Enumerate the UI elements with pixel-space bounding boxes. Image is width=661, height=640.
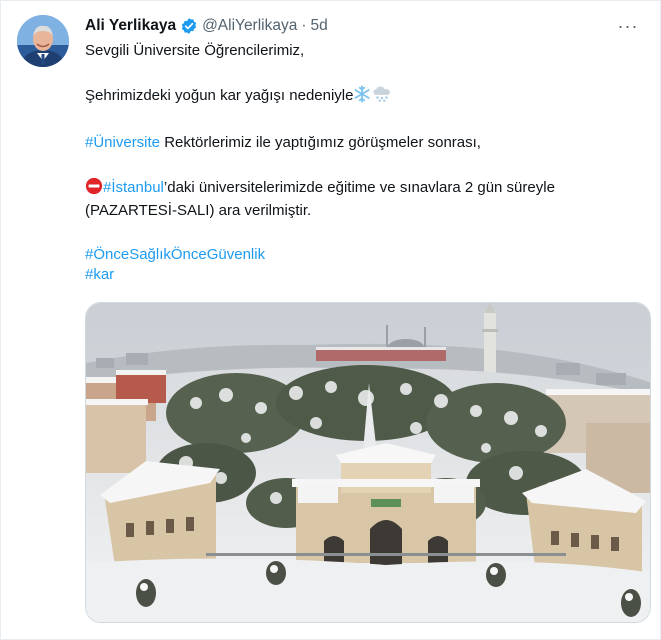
hashtag-kar[interactable]: #kar (85, 266, 114, 283)
separator-dot: · (301, 17, 307, 34)
hashtag-istanbul[interactable]: #İstanbul (103, 179, 164, 196)
more-options-icon[interactable]: ··· (616, 14, 640, 38)
hashtag-line-1: #ÖnceSağlıkÖnceGüvenlik (85, 245, 645, 265)
author-handle[interactable]: @AliYerlikaya (202, 17, 297, 35)
snow-text: Şehrimizdeki yoğun kar yağışı nedeniyle (85, 87, 354, 104)
greeting-line: Sevgili Üniversite Öğrencilerimiz, (85, 42, 305, 59)
university-line: #Üniversite Rektörlerimiz ile yaptığımız… (85, 133, 645, 153)
cloud-with-snow-emoji (371, 85, 393, 109)
tweet-media-photo[interactable] (85, 302, 651, 623)
university-text: Rektörlerimiz ile yaptığımız görüşmeler … (160, 134, 481, 151)
istanbul-text: ’daki üniversitelerimizde eğitime ve sın… (163, 179, 555, 196)
no-entry-emoji (85, 177, 103, 201)
verified-badge-icon (180, 17, 198, 35)
hashtag-universite[interactable]: #Üniversite (85, 134, 160, 151)
tweet-header: Ali Yerlikaya @AliYerlikaya · 5d ··· (85, 14, 640, 38)
istanbul-line: #İstanbul’daki üniversitelerimizde eğiti… (85, 177, 645, 201)
snowflake-emoji (353, 85, 371, 109)
tweet-card[interactable]: Ali Yerlikaya @AliYerlikaya · 5d ··· Sev… (0, 0, 661, 640)
author-avatar[interactable] (17, 15, 69, 67)
author-name[interactable]: Ali Yerlikaya (85, 17, 176, 35)
snow-line: Şehrimizdeki yoğun kar yağışı nedeniyle (85, 85, 645, 109)
hashtag-oncesaglik[interactable]: #ÖnceSağlıkÖnceGüvenlik (85, 246, 265, 263)
tweet-text: Sevgili Üniversite Öğrencilerimiz, Şehri… (85, 41, 645, 285)
tweet-timestamp[interactable]: 5d (311, 17, 328, 35)
days-line: (PAZARTESİ-SALI) ara verilmiştir. (85, 202, 312, 219)
hashtag-line-2: #kar (85, 265, 645, 285)
